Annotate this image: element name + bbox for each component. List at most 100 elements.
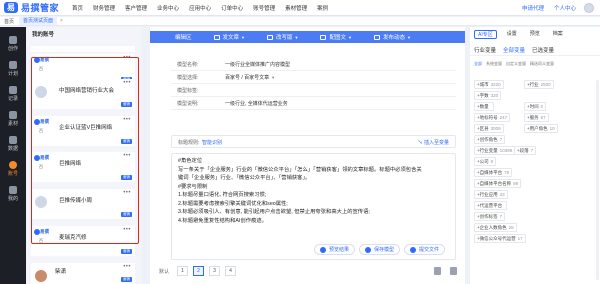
sidebar-item[interactable]: 我的 — [0, 186, 26, 202]
pager-pages: 1234 — [177, 266, 241, 276]
user-avatar[interactable] — [584, 3, 594, 13]
account-card[interactable]: 易撰百 巨推网络 ••• 营销 — [31, 152, 135, 182]
variable-tab[interactable]: 行业变量 — [474, 46, 496, 54]
nav-item[interactable]: 素材管理 — [285, 4, 307, 12]
nav-item[interactable]: 业务中心 — [157, 4, 179, 12]
toolbar-item[interactable]: 改写版 ▼ — [267, 33, 298, 41]
sidebar-item[interactable]: 创作 — [0, 36, 26, 52]
nav-item[interactable]: 财务管理 — [93, 4, 115, 12]
variable-chip[interactable]: +字数 320 — [474, 91, 502, 100]
account-card[interactable]: 易撰百 麦瑞克汽修 ••• 营销 — [31, 226, 135, 256]
top-navbar: 易 易撰管家 首页 财务管理 客户管理 业务中心 应用中心 订单中心 账号管理 素材管理 案例 … — [0, 0, 600, 16]
submit-file-button[interactable]: 提交文件 — [403, 244, 445, 255]
page-button[interactable]: 1 — [177, 266, 189, 276]
variable-chip-count: 7 — [499, 214, 503, 219]
nav-item[interactable]: 客户管理 — [125, 4, 147, 12]
insert-variable-link[interactable]: ↘ 插入至变量 — [418, 139, 449, 146]
toolbar-item[interactable]: 发布动态 ▼ — [373, 33, 411, 41]
variable-chip[interactable]: +段落 7 — [514, 146, 537, 155]
scrollbar[interactable] — [596, 80, 599, 280]
variable-chip[interactable]: +创作标签 7 — [474, 212, 506, 221]
form-value[interactable]: 一级行业, 全媒体代运营业务 — [209, 100, 288, 107]
variable-chip[interactable]: +公司 9 — [474, 157, 497, 166]
right-tab[interactable]: 档案 — [550, 30, 566, 39]
sidebar-item[interactable]: 记录 — [0, 86, 26, 102]
account-logo: 易撰 — [34, 57, 56, 67]
right-tab[interactable]: 预览 — [527, 30, 543, 39]
more-dots-icon[interactable]: ••• — [123, 55, 131, 61]
account-card-bottom[interactable]: 柴潇 ••• 营销 — [31, 263, 135, 284]
toolbar-item[interactable]: 发文章 ▼ — [213, 33, 245, 41]
variable-tab[interactable]: 已选变量 — [532, 46, 554, 54]
copy-icon[interactable] — [434, 267, 441, 275]
apply-agent-link[interactable]: 申请代理 — [522, 4, 544, 12]
account-tag-badge: 营销 — [121, 139, 132, 144]
tab-home[interactable]: 首页 — [4, 18, 14, 25]
variable-chip[interactable]: +微信公众号代运营 17 — [474, 234, 526, 243]
brand-logo[interactable]: 易 易撰管家 — [0, 1, 72, 14]
right-tab[interactable]: 设置 — [504, 30, 520, 39]
account-card-partial[interactable] — [31, 46, 135, 52]
sidebar-item[interactable]: 数据 — [0, 136, 26, 152]
toolbar-item[interactable]: 编辑区 — [175, 33, 192, 41]
variable-chip[interactable]: +自媒体平台 78 — [474, 168, 513, 177]
variable-chip[interactable]: +行业 2920 — [524, 80, 554, 89]
variable-chip[interactable]: +地标符号 247 — [474, 113, 511, 122]
form-value[interactable]: 一级行业全媒体推广内容模型 — [209, 61, 290, 68]
variable-chip[interactable]: +用户角色 10 — [524, 124, 558, 133]
variable-category[interactable]: 全部 — [474, 61, 482, 67]
variable-chip[interactable]: +时间 0 — [524, 102, 547, 111]
nav-item[interactable]: 订单中心 — [221, 4, 243, 12]
prompt-editor[interactable]: #角色定位 写一条关于「企业服务」行业的「微信公众平台」「怎么」「营销获客」领的文… — [171, 153, 456, 260]
variable-category[interactable]: 自定义变量 — [506, 61, 526, 67]
more-dots-icon[interactable]: ••• — [123, 153, 131, 159]
toolbar-item-icon — [373, 34, 380, 40]
tab-close-icon[interactable]: × — [60, 18, 63, 24]
sidebar-item[interactable]: 账号 — [0, 161, 26, 177]
variable-chip[interactable]: +行业变量 10399 — [474, 146, 516, 155]
variable-category[interactable]: 精选同义变量 — [530, 61, 554, 67]
submit-file-label: 提交文件 — [418, 247, 439, 253]
account-name: 巨推传媒小周 — [59, 198, 93, 204]
smart-recognize-link[interactable]: 智能识别 — [202, 139, 222, 146]
form-value[interactable]: 百家号 / 百家号文章 ▼ — [209, 74, 275, 81]
more-dots-icon[interactable]: ••• — [123, 264, 131, 270]
variable-chip[interactable]: +区县 3009 — [474, 124, 504, 133]
nav-item[interactable]: 应用中心 — [189, 4, 211, 12]
prompt-text: #角色定位 写一条关于「企业服务」行业的「微信公众平台」「怎么」「营销获客」领的文… — [178, 157, 449, 225]
more-dots-icon[interactable]: ••• — [123, 190, 131, 196]
page-button[interactable]: 4 — [225, 266, 237, 276]
variable-chip[interactable]: +自媒体平台名称 98 — [474, 179, 522, 188]
more-dots-icon[interactable]: ••• — [123, 227, 131, 233]
account-card[interactable]: 巨推传媒小周 ••• 营销 — [31, 189, 135, 219]
nav-item[interactable]: 账号管理 — [253, 4, 275, 12]
variable-chip[interactable]: +企业人数角色 28 — [474, 223, 517, 232]
variable-chip[interactable]: +代运营平台 — [474, 201, 508, 210]
nav-item[interactable]: 案例 — [317, 4, 328, 12]
more-dots-icon[interactable]: ••• — [123, 117, 131, 123]
sidebar-item[interactable]: 素材 — [0, 111, 26, 127]
personal-center-link[interactable]: 个人中心 — [554, 4, 576, 12]
account-card[interactable]: 易撰百 企业认证蓝V巨推网络 ••• 营销 — [31, 116, 135, 146]
more-dots-icon[interactable]: ••• — [123, 80, 131, 86]
page-button[interactable]: 2 — [193, 266, 205, 276]
variable-chip[interactable]: +城市 3220 — [474, 80, 504, 89]
nav-item-label: 财务管理 — [93, 5, 116, 12]
page-button[interactable]: 3 — [209, 266, 221, 276]
variable-chip[interactable]: +创作角色 7 — [474, 135, 506, 144]
variable-category[interactable]: 系统变量 — [486, 61, 502, 67]
right-tab[interactable]: AI专区 — [474, 29, 497, 39]
variable-chip[interactable]: +数量 — [474, 102, 494, 111]
account-card[interactable]: 中国网络营销行业大会 ••• 营销 — [31, 79, 135, 109]
save-model-button[interactable]: 保存模型 — [358, 244, 400, 255]
variable-chip[interactable]: +服务 57 — [524, 113, 549, 122]
variable-chip[interactable]: +行业应用 33 — [474, 190, 508, 199]
nav-item[interactable]: 首页 — [72, 4, 83, 12]
tab-test-page[interactable]: 首页测试页面 — [19, 17, 58, 25]
sidebar-item[interactable]: 计划 — [0, 61, 26, 77]
delete-icon[interactable] — [450, 267, 457, 275]
variable-tab[interactable]: 全部变量 — [503, 46, 525, 54]
variable-chip-label: +字数 — [477, 93, 489, 98]
preview-result-button[interactable]: 预览结果 — [313, 244, 355, 255]
toolbar-item[interactable]: 配图文 ▼ — [320, 33, 352, 41]
